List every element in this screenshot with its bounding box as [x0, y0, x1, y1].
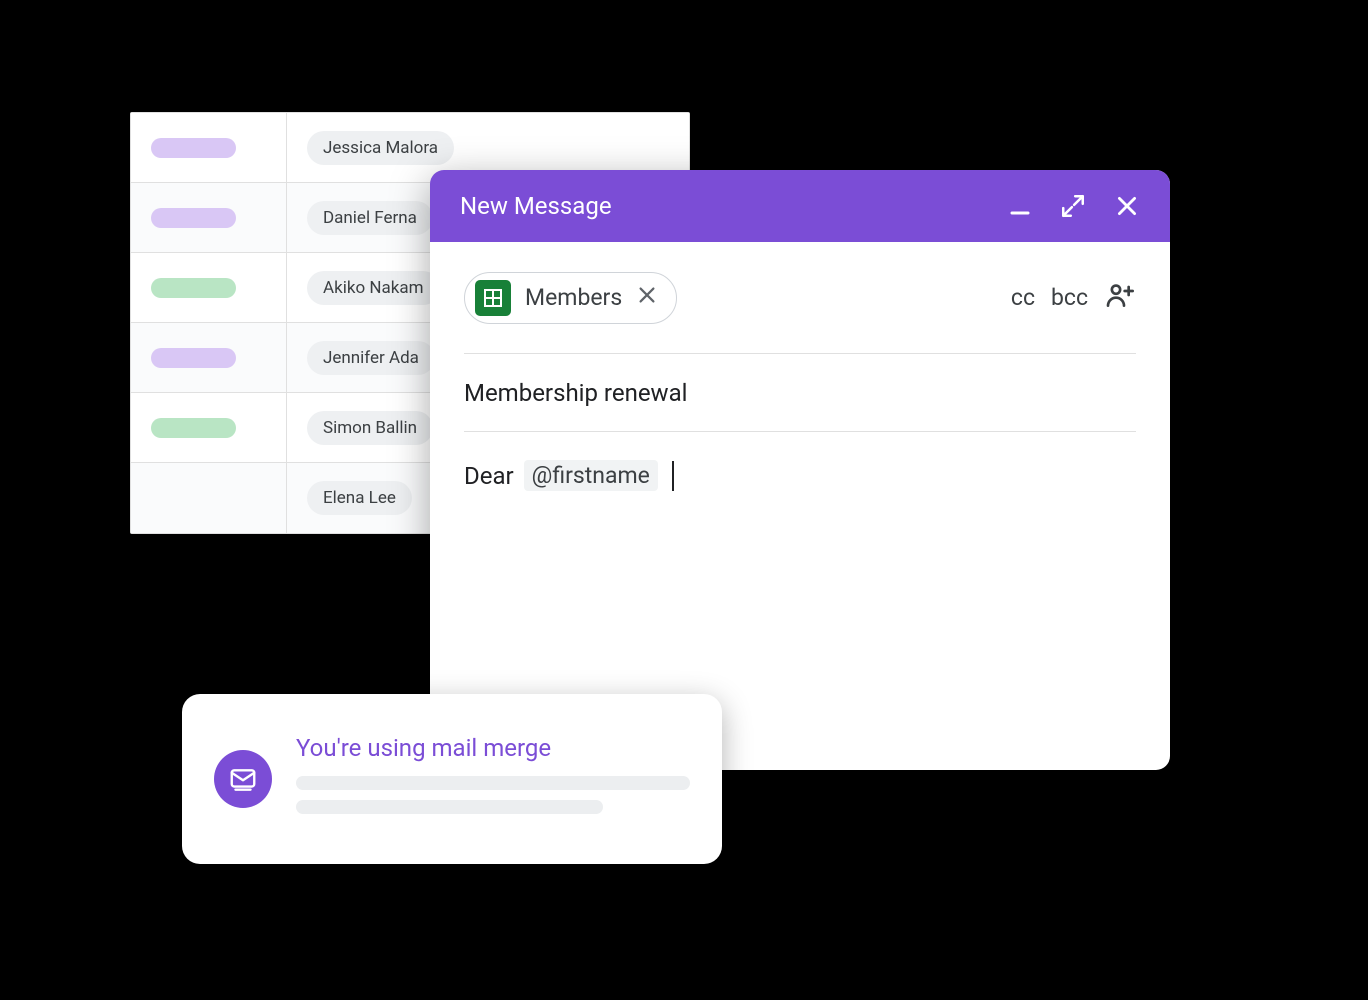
- mail-merge-icon: [214, 750, 272, 808]
- expand-icon[interactable]: [1060, 193, 1086, 219]
- contact-chip[interactable]: Elena Lee: [307, 481, 412, 515]
- skeleton-line: [296, 800, 603, 814]
- message-body[interactable]: Dear @firstname: [464, 432, 1136, 491]
- body-text: Dear: [464, 462, 514, 490]
- status-cell: [131, 463, 287, 533]
- recipients-chip-label: Members: [525, 284, 622, 311]
- status-pill: [151, 418, 236, 438]
- bcc-button[interactable]: bcc: [1051, 284, 1088, 311]
- status-pill: [151, 278, 236, 298]
- notice-title: You're using mail merge: [296, 734, 690, 762]
- text-cursor: [672, 461, 674, 491]
- merge-field-token[interactable]: @firstname: [524, 460, 658, 491]
- contact-chip[interactable]: Simon Ballin: [307, 411, 433, 445]
- contact-chip[interactable]: Akiko Nakam: [307, 271, 440, 305]
- contact-chip[interactable]: Jessica Malora: [307, 131, 454, 165]
- status-pill: [151, 348, 236, 368]
- subject-input[interactable]: Membership renewal: [464, 354, 1136, 432]
- status-cell: [131, 183, 287, 252]
- subject-text: Membership renewal: [464, 379, 687, 407]
- recipients-chip[interactable]: Members: [464, 272, 677, 324]
- contact-chip[interactable]: Daniel Ferna: [307, 201, 433, 235]
- skeleton-line: [296, 776, 690, 790]
- compose-window: New Message Members cc bcc: [430, 170, 1170, 770]
- status-cell: [131, 393, 287, 462]
- add-recipients-icon[interactable]: [1104, 279, 1136, 317]
- status-pill: [151, 208, 236, 228]
- status-cell: [131, 113, 287, 182]
- contact-chip[interactable]: Jennifer Ada: [307, 341, 435, 375]
- mail-merge-notice: You're using mail merge: [182, 694, 722, 864]
- close-icon[interactable]: [1114, 193, 1140, 219]
- minimize-icon[interactable]: [1008, 194, 1032, 218]
- status-cell: [131, 323, 287, 392]
- remove-chip-icon[interactable]: [636, 284, 658, 312]
- status-pill: [151, 138, 236, 158]
- recipients-row[interactable]: Members cc bcc: [464, 242, 1136, 354]
- sheets-icon: [475, 280, 511, 316]
- compose-titlebar: New Message: [430, 170, 1170, 242]
- compose-title: New Message: [460, 192, 612, 220]
- status-cell: [131, 253, 287, 322]
- cc-button[interactable]: cc: [1011, 284, 1035, 311]
